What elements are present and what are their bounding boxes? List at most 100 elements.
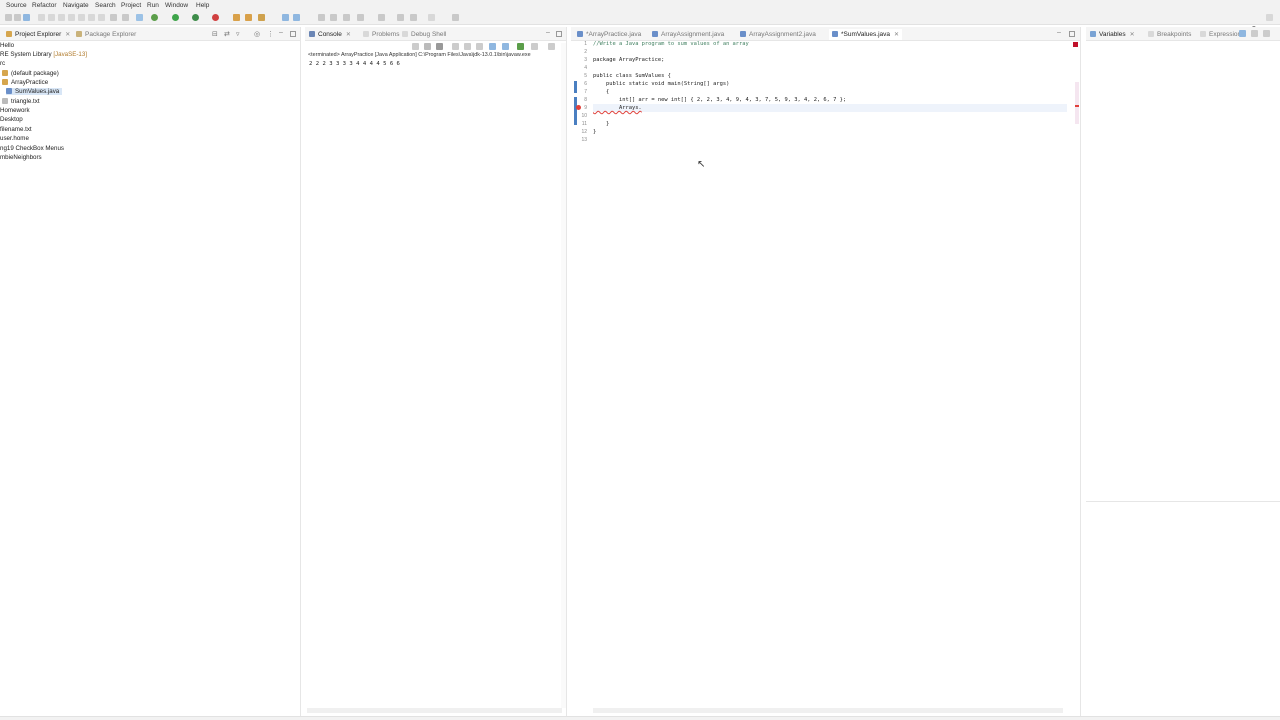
console-vscrollbar[interactable]	[561, 43, 566, 708]
perspective-switch-icon[interactable]	[1266, 14, 1273, 21]
disconnect-icon[interactable]	[68, 14, 75, 21]
menu-refactor[interactable]: Refactor	[32, 2, 57, 9]
run-icon[interactable]	[172, 14, 179, 21]
save-icon[interactable]	[14, 14, 21, 21]
tab-expressions[interactable]: Expressions	[1200, 29, 1244, 40]
remove-launch-icon[interactable]	[424, 43, 431, 50]
maximize-icon[interactable]	[556, 31, 562, 37]
cursor-icon[interactable]	[23, 14, 30, 21]
minimize-icon[interactable]: –	[279, 29, 283, 36]
history-icon[interactable]	[428, 14, 435, 21]
overview-ruler[interactable]	[1075, 82, 1079, 124]
editor-hscrollbar[interactable]	[593, 708, 1063, 713]
collapse-all-icon[interactable]: ⊟	[212, 30, 218, 38]
details-divider[interactable]	[1086, 501, 1280, 502]
tree-item[interactable]: user.home	[0, 135, 29, 142]
last-edit-icon[interactable]	[378, 14, 385, 21]
menu-navigate[interactable]: Navigate	[63, 2, 89, 9]
next-edit-icon[interactable]	[357, 14, 364, 21]
tab-project-explorer[interactable]: Project Explorer ✕	[6, 29, 70, 40]
tab-console[interactable]: Console ✕	[309, 29, 351, 40]
tab-arrayassignment2[interactable]: ArrayAssignment2.java	[740, 29, 816, 40]
perspective-icon[interactable]	[452, 14, 459, 21]
annotation-prev-icon[interactable]	[330, 14, 337, 21]
scroll-lock-icon[interactable]	[464, 43, 471, 50]
new-class-icon[interactable]	[258, 14, 265, 21]
menu-window[interactable]: Window	[165, 2, 188, 9]
view-menu-icon[interactable]: ⋮	[267, 30, 274, 38]
show-when-output-icon[interactable]	[502, 43, 509, 50]
terminate-icon[interactable]	[412, 43, 419, 50]
pin-console-icon[interactable]	[489, 43, 496, 50]
tree-item[interactable]: filename.txt	[0, 126, 32, 133]
error-overview-icon[interactable]	[1073, 42, 1078, 47]
remove-all-icon[interactable]	[436, 43, 443, 50]
tree-item[interactable]: RE System Library [JavaSE-13]	[0, 51, 87, 58]
tab-sumvalues[interactable]: *SumValues.java ✕	[829, 29, 903, 40]
new-package-icon[interactable]	[245, 14, 252, 21]
new-java-project-icon[interactable]	[233, 14, 240, 21]
new-console-icon[interactable]	[548, 43, 555, 50]
menu-help[interactable]: Help	[196, 2, 209, 9]
tab-debug-shell[interactable]: Debug Shell	[402, 29, 446, 40]
resume-icon[interactable]	[38, 14, 45, 21]
minimize-icon[interactable]: –	[546, 29, 550, 36]
maximize-icon[interactable]	[1069, 31, 1075, 37]
search-toolbar-icon[interactable]	[293, 14, 300, 21]
open-type-icon[interactable]	[282, 14, 289, 21]
code-area[interactable]: //Write a Java program to sum values of …	[593, 40, 1067, 150]
step-over-icon[interactable]	[88, 14, 95, 21]
tree-item-selected[interactable]: SumValues.java	[6, 88, 63, 95]
collapse-all-icon[interactable]	[1251, 30, 1258, 37]
menu-search[interactable]: Search	[95, 2, 116, 9]
new-icon[interactable]	[5, 14, 12, 21]
view-menu-icon[interactable]	[1263, 30, 1270, 37]
minimize-icon[interactable]: –	[1057, 29, 1061, 36]
tab-arrayassignment[interactable]: ArrayAssignment.java	[652, 29, 724, 40]
error-annotation-marker[interactable]	[1075, 105, 1079, 107]
terminate-icon[interactable]	[58, 14, 65, 21]
tree-item[interactable]: triangle.txt	[2, 98, 40, 105]
tree-item[interactable]: Hello	[0, 42, 14, 49]
step-into-icon[interactable]	[78, 14, 85, 21]
tree-item[interactable]: rc	[0, 60, 5, 67]
drop-frame-icon[interactable]	[110, 14, 117, 21]
clear-console-icon[interactable]	[452, 43, 459, 50]
tree-item[interactable]: ng19 CheckBox Menus	[0, 145, 64, 152]
annotation-next-icon[interactable]	[318, 14, 325, 21]
maximize-icon[interactable]	[290, 31, 296, 37]
close-icon[interactable]: ✕	[346, 32, 351, 38]
debug-icon[interactable]	[151, 14, 158, 21]
menu-run[interactable]: Run	[147, 2, 159, 9]
step-return-icon[interactable]	[98, 14, 105, 21]
focus-icon[interactable]: ◎	[254, 30, 260, 38]
suspend-icon[interactable]	[48, 14, 55, 21]
console-hscrollbar[interactable]	[307, 708, 562, 713]
close-icon[interactable]: ✕	[1130, 32, 1135, 38]
tree-item[interactable]: (default package)	[2, 70, 59, 77]
tree-item[interactable]: Homework	[0, 107, 30, 114]
show-type-names-icon[interactable]	[1239, 30, 1246, 37]
tab-problems[interactable]: Problems	[363, 29, 399, 40]
close-icon[interactable]: ✕	[65, 32, 70, 38]
menu-source[interactable]: Source	[6, 2, 27, 9]
tree-item[interactable]: mbieNeighbors	[0, 154, 42, 161]
link-editor-icon[interactable]: ⇄	[224, 30, 230, 38]
tab-variables[interactable]: Variables ✕	[1090, 29, 1135, 40]
toggle-icon[interactable]	[136, 14, 143, 21]
tab-arraypractice[interactable]: *ArrayPractice.java	[577, 29, 641, 40]
tab-breakpoints[interactable]: Breakpoints	[1148, 29, 1191, 40]
display-console-icon[interactable]	[517, 43, 524, 50]
pin-icon[interactable]	[343, 14, 350, 21]
word-wrap-icon[interactable]	[476, 43, 483, 50]
tree-item[interactable]: Desktop	[0, 116, 23, 123]
external-tools-icon[interactable]	[212, 14, 219, 21]
tab-package-explorer[interactable]: Package Explorer	[76, 29, 136, 40]
filter-icon[interactable]: ▿	[236, 30, 240, 38]
open-console-icon[interactable]	[531, 43, 538, 50]
back-icon[interactable]	[397, 14, 404, 21]
close-icon[interactable]: ✕	[894, 32, 899, 38]
coverage-icon[interactable]	[192, 14, 199, 21]
menu-project[interactable]: Project	[121, 2, 141, 9]
tree-item[interactable]: ArrayPractice	[2, 79, 48, 86]
